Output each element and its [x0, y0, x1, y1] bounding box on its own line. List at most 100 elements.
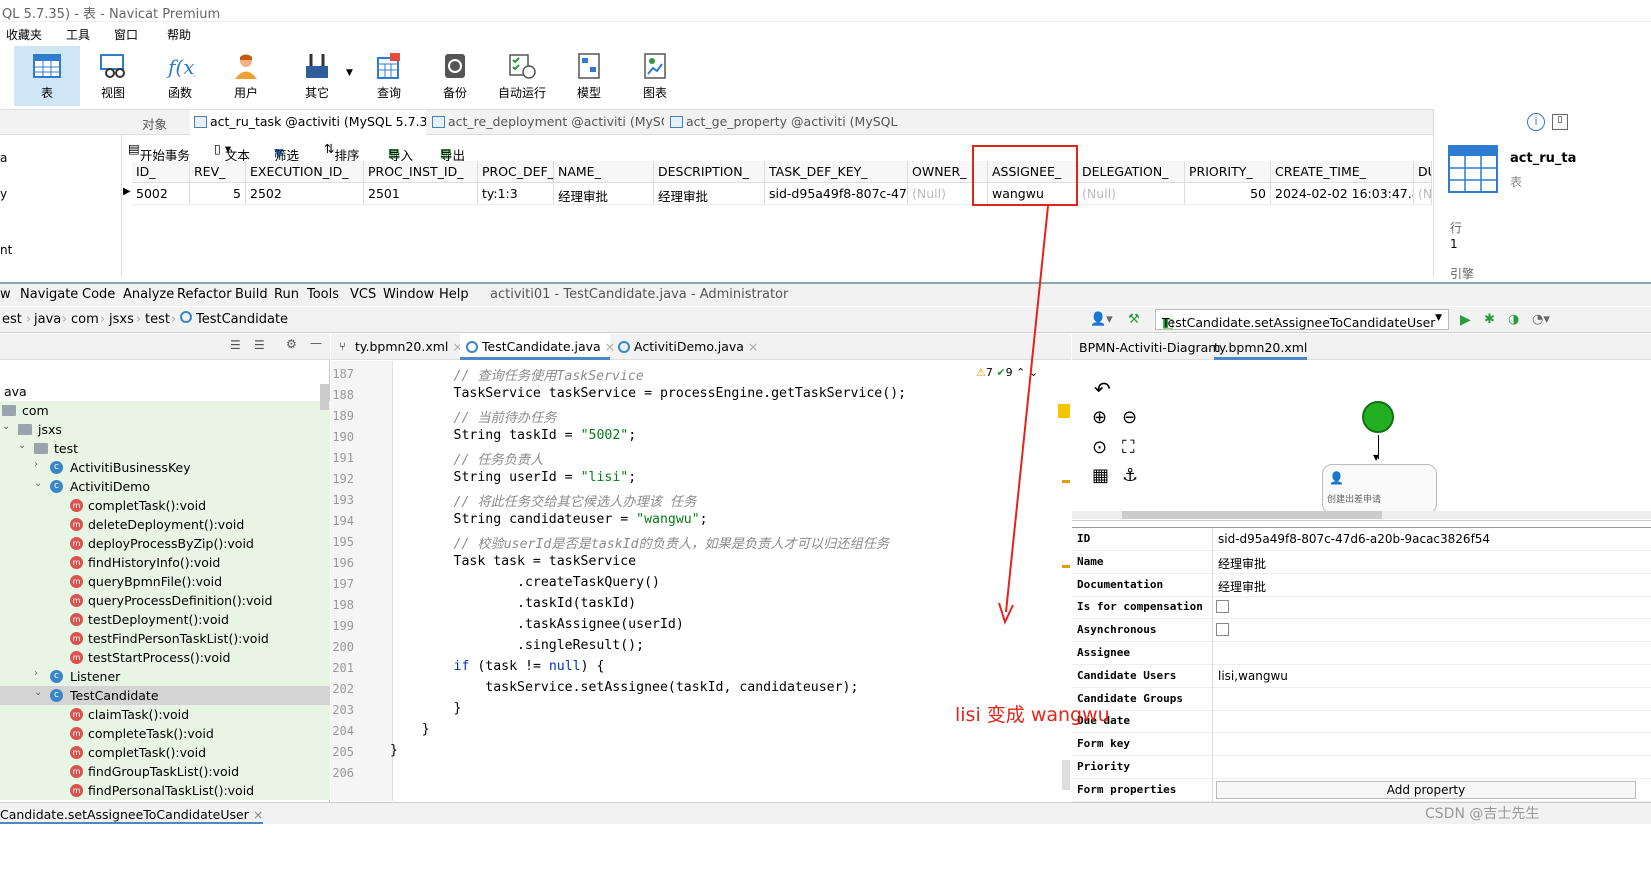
- tab-bpmn-diagram[interactable]: BPMN-Activiti-Diagram: [1079, 340, 1221, 355]
- gear-icon[interactable]: ⚙: [286, 337, 297, 351]
- property-value[interactable]: sid-d95a49f8-807c-47d6-a20b-9acac3826f54: [1218, 532, 1490, 546]
- column-header[interactable]: PROC_DEF_ID: [478, 161, 554, 183]
- tree-item[interactable]: m queryProcessDefinition():void: [0, 591, 330, 610]
- menu-window[interactable]: 窗口: [114, 26, 138, 43]
- property-value[interactable]: 经理审批: [1218, 578, 1266, 595]
- chevron-down-icon[interactable]: ⌄: [2, 421, 10, 432]
- toolbar-function-button[interactable]: f(x) 函数: [147, 46, 213, 106]
- toolbar-view-button[interactable]: 视图: [80, 46, 146, 106]
- begin-transaction-button[interactable]: ▤ 开始事务: [128, 141, 190, 163]
- diagram-scrollbar[interactable]: [1072, 511, 1651, 519]
- user-task[interactable]: 👤 创建出差申请: [1322, 464, 1437, 514]
- tree-item[interactable]: m claimTask():void: [0, 705, 330, 724]
- breadcrumb-item[interactable]: est: [2, 312, 22, 327]
- menu-favorites[interactable]: 收藏夹: [6, 26, 42, 43]
- tab-act-re-deployment[interactable]: act_re_deployment @activiti (MySQL ...: [428, 110, 664, 135]
- tree-item[interactable]: ⌄ jsxs: [0, 420, 330, 439]
- tree-item[interactable]: m findHistoryInfo():void: [0, 553, 330, 572]
- code-line[interactable]: TaskService taskService = processEngine.…: [390, 386, 907, 407]
- property-value[interactable]: 经理审批: [1218, 555, 1266, 572]
- column-header[interactable]: NAME_: [554, 161, 654, 183]
- tree-item[interactable]: m completTask():void: [0, 496, 330, 515]
- toolbar-user-button[interactable]: 用户: [213, 46, 279, 106]
- property-value[interactable]: lisi,wangwu: [1218, 669, 1288, 683]
- toolbar-other-button[interactable]: 其它: [284, 46, 350, 106]
- chevron-down-icon[interactable]: ⌄: [18, 440, 26, 451]
- tree-item[interactable]: ⌄ test: [0, 439, 330, 458]
- tree-item[interactable]: ⌄ c TestCandidate: [0, 686, 330, 705]
- column-header[interactable]: PRIORITY_: [1185, 161, 1271, 183]
- breadcrumb-item[interactable]: jsxs: [109, 312, 134, 327]
- tab-testcandidate-java[interactable]: TestCandidate.java ×: [460, 334, 615, 360]
- table-cell[interactable]: 50: [1185, 183, 1271, 205]
- code-line[interactable]: .taskId(taskId): [390, 596, 636, 617]
- chevron-up-icon[interactable]: ⌃: [1016, 366, 1025, 379]
- menu-navigate[interactable]: Navigate: [20, 287, 78, 302]
- column-header[interactable]: PROC_INST_ID_: [364, 161, 478, 183]
- fit-screen-icon[interactable]: ⛶: [1122, 437, 1135, 458]
- column-header[interactable]: REV_: [190, 161, 246, 183]
- column-header[interactable]: CREATE_TIME_: [1271, 161, 1414, 183]
- code-line[interactable]: }: [390, 722, 430, 743]
- tree-item[interactable]: m testFindPersonTaskList():void: [0, 629, 330, 648]
- menu-tools[interactable]: 工具: [66, 26, 90, 43]
- table-cell[interactable]: 经理审批: [554, 183, 654, 205]
- warning-marker[interactable]: [1058, 404, 1070, 418]
- tab-act-ru-task[interactable]: act_ru_task @activiti (MySQL 5.7.35) ...: [190, 110, 426, 135]
- tab-activitidemo-java[interactable]: ActivitiDemo.java ×: [612, 334, 758, 360]
- tree-item[interactable]: › c Listener: [0, 667, 330, 686]
- zoom-in-icon[interactable]: ⊕: [1092, 407, 1107, 428]
- menu-code[interactable]: Code: [82, 287, 115, 302]
- code-line[interactable]: .createTaskQuery(): [390, 575, 660, 596]
- menu-help[interactable]: Help: [439, 287, 469, 302]
- connection-label[interactable]: nt: [0, 243, 12, 257]
- tree-scrollbar[interactable]: [320, 384, 329, 410]
- connection-label[interactable]: y: [0, 187, 7, 201]
- start-event[interactable]: [1362, 401, 1394, 433]
- profiler-icon[interactable]: ◔▾: [1532, 312, 1550, 327]
- breadcrumb-item[interactable]: TestCandidate: [196, 312, 288, 327]
- tab-ty-bpmn20-xml[interactable]: ⑂ ty.bpmn20.xml ×: [333, 334, 463, 360]
- property-checkbox[interactable]: [1216, 623, 1229, 637]
- ddl-icon[interactable]: ▯: [1552, 114, 1568, 130]
- code-line[interactable]: .singleResult();: [390, 638, 644, 659]
- editor-scrollbar[interactable]: [1062, 760, 1070, 790]
- tree-item[interactable]: m findGroupTaskList():void: [0, 762, 330, 781]
- tree-item[interactable]: m completeTask():void: [0, 724, 330, 743]
- close-icon[interactable]: ×: [748, 339, 758, 354]
- inspection-widget[interactable]: ⚠7 ✔9 ⌃ ⌄: [976, 366, 1038, 379]
- table-cell[interactable]: (Null): [1078, 183, 1185, 205]
- chevron-down-icon[interactable]: ⌄: [1029, 366, 1038, 379]
- tree-item[interactable]: m queryBpmnFile():void: [0, 572, 330, 591]
- coverage-icon[interactable]: ◑: [1508, 312, 1519, 327]
- tab-objects[interactable]: 对象: [124, 110, 188, 135]
- code-line[interactable]: .taskAssignee(userId): [390, 617, 684, 638]
- column-header[interactable]: DESCRIPTION_: [654, 161, 765, 183]
- collapse-all-icon[interactable]: ☰: [254, 338, 265, 352]
- menu-view[interactable]: w: [0, 287, 11, 302]
- sort-button[interactable]: ⇅ 排序: [324, 141, 360, 163]
- close-icon[interactable]: ×: [253, 807, 263, 822]
- code-line[interactable]: // 查询任务使用TaskService: [390, 365, 644, 386]
- table-cell[interactable]: 5: [190, 183, 246, 205]
- tree-item[interactable]: com: [0, 401, 330, 420]
- table-cell[interactable]: 经理审批: [654, 183, 765, 205]
- run-configuration-select[interactable]: ◧ TestCandidate.setAssigneeToCandidateUs…: [1155, 309, 1449, 330]
- expand-all-icon[interactable]: ☰: [230, 338, 241, 352]
- toolbar-table-button[interactable]: 表: [14, 46, 80, 106]
- text-button[interactable]: ▯ 文本 ▾: [214, 141, 250, 163]
- menu-tools[interactable]: Tools: [307, 287, 339, 302]
- debug-icon[interactable]: ✱: [1484, 312, 1495, 327]
- column-header[interactable]: ID_: [132, 161, 190, 183]
- info-icon[interactable]: i: [1527, 113, 1545, 131]
- chevron-down-icon[interactable]: ⌄: [34, 687, 42, 698]
- code-line[interactable]: // 任务负责人: [390, 449, 544, 470]
- code-line[interactable]: if (task != null) {: [390, 659, 605, 680]
- code-line[interactable]: }: [390, 743, 398, 764]
- menu-refactor[interactable]: Refactor: [177, 287, 232, 302]
- breadcrumb-item[interactable]: java: [34, 312, 61, 327]
- tree-item[interactable]: ava: [0, 382, 330, 401]
- grid-icon[interactable]: ▦: [1092, 465, 1109, 486]
- tree-item[interactable]: m testDeployment():void: [0, 610, 330, 629]
- column-header[interactable]: DELEGATION_: [1078, 161, 1185, 183]
